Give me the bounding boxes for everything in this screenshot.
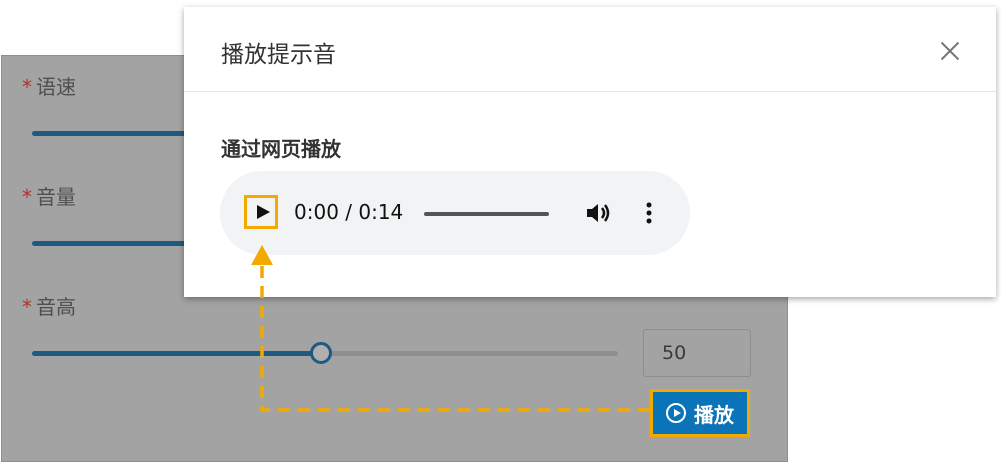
required-mark: *	[22, 295, 32, 319]
play-button-label: 播放	[694, 402, 734, 427]
pitch-slider-thumb[interactable]	[310, 342, 332, 364]
audio-player: 0:00 / 0:14	[220, 171, 690, 255]
volume-icon[interactable]	[586, 202, 612, 224]
volume-field-label: * 音量	[22, 185, 76, 209]
audio-time: 0:00 / 0:14	[294, 200, 404, 224]
section-label: 通过网页播放	[221, 137, 341, 161]
more-options-icon[interactable]	[646, 202, 652, 224]
pitch-value-input[interactable]: 50	[643, 329, 751, 377]
play-prompt-dialog: 播放提示音 通过网页播放 0:00 / 0:14	[184, 7, 996, 297]
play-circle-icon	[666, 403, 686, 423]
speed-slider[interactable]	[32, 131, 192, 136]
volume-slider[interactable]	[32, 241, 192, 246]
dialog-title: 播放提示音	[221, 42, 336, 68]
required-mark: *	[22, 185, 32, 209]
speed-field-label: * 语速	[22, 75, 76, 99]
audio-progress-bar[interactable]	[424, 212, 549, 216]
required-mark: *	[22, 75, 32, 99]
dialog-divider	[184, 91, 996, 92]
play-button[interactable]: 播放	[650, 389, 750, 437]
volume-slider-fill	[32, 241, 192, 246]
speed-slider-fill	[32, 131, 192, 136]
close-icon[interactable]	[936, 37, 964, 65]
pitch-field-label: * 音高	[22, 295, 76, 319]
pitch-slider[interactable]	[32, 342, 618, 364]
pitch-slider-fill	[32, 351, 322, 356]
audio-play-icon[interactable]	[244, 195, 278, 229]
